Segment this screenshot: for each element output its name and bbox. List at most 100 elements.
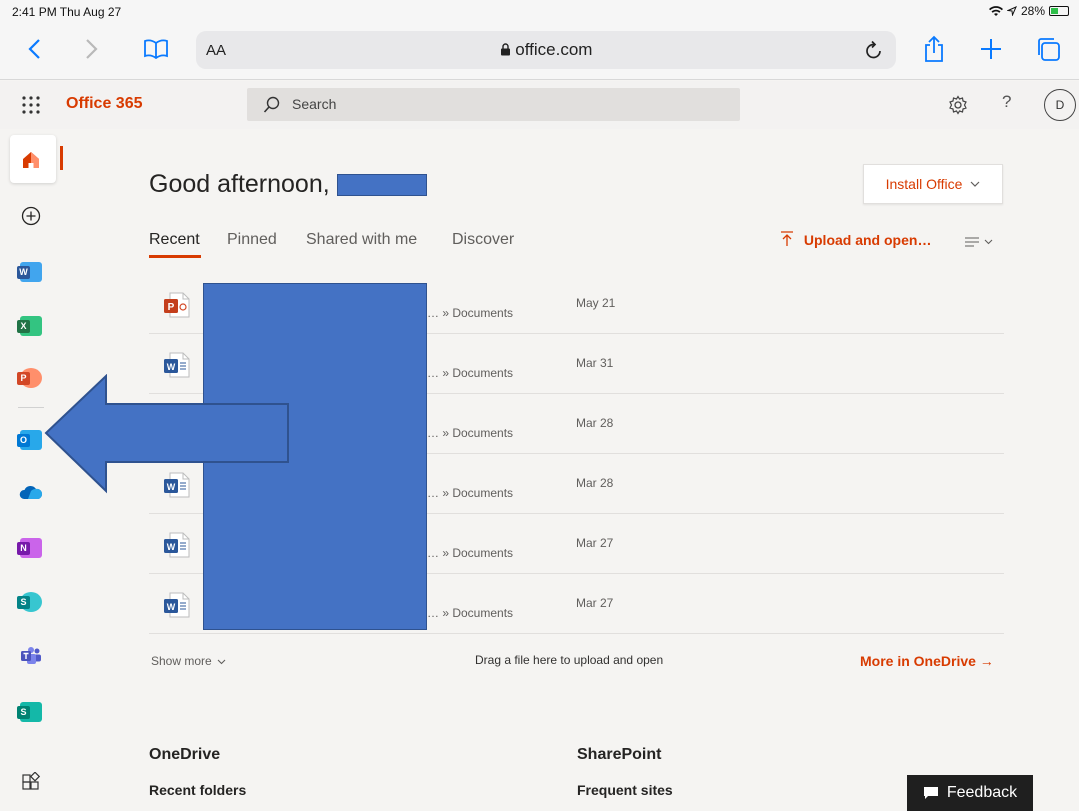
battery-icon: [1049, 6, 1069, 16]
address-bar[interactable]: AA office.com: [196, 31, 896, 69]
show-more-button[interactable]: Show more: [151, 654, 226, 668]
onedrive-icon: [19, 485, 43, 499]
file-date: Mar 31: [576, 356, 614, 370]
file-date: Mar 27: [576, 596, 614, 610]
powerpoint-file-icon: P: [164, 292, 190, 318]
plus-circle-icon: [21, 206, 41, 226]
word-file-icon: W: [164, 532, 190, 558]
tab-pinned[interactable]: Pinned: [227, 231, 277, 249]
rail-item-powerpoint[interactable]: P: [17, 365, 44, 391]
tabs-button[interactable]: [1032, 33, 1064, 65]
outlook-icon: O: [17, 430, 42, 450]
teams-icon: [21, 647, 41, 664]
book-icon: [144, 39, 168, 59]
word-file-icon: W: [164, 592, 190, 618]
comment-icon: [923, 787, 938, 799]
gear-icon[interactable]: [948, 95, 968, 115]
tab-recent[interactable]: Recent: [149, 231, 200, 249]
office-header: Office 365 Search ? D: [0, 81, 1079, 129]
show-more-label: Show more: [151, 654, 212, 668]
browser-chrome: 2:41 PM Thu Aug 27 28% AA office.com: [0, 0, 1079, 80]
file-path: … » Documents: [427, 606, 514, 620]
file-path: … » Documents: [427, 366, 514, 380]
redaction-box: [337, 174, 427, 196]
app-launcher-icon[interactable]: [20, 94, 42, 116]
rail-item-teams[interactable]: [18, 643, 44, 669]
rail-item-create[interactable]: [18, 203, 44, 229]
lock-icon: [500, 43, 510, 56]
rail-item-word[interactable]: W: [17, 259, 44, 285]
rail-item-home[interactable]: [18, 147, 44, 173]
chevron-right-icon: [86, 39, 98, 59]
chevron-left-icon: [28, 39, 40, 59]
file-date: Mar 28: [576, 476, 614, 490]
forward-button[interactable]: [76, 33, 108, 65]
annotation-arrow: [44, 374, 289, 494]
chevron-down-icon: [217, 659, 226, 665]
active-tab-indicator: [149, 255, 201, 258]
all-apps-icon: [22, 772, 41, 790]
sway-icon: S: [17, 702, 42, 722]
status-time: 2:41 PM Thu Aug 27: [12, 5, 122, 19]
back-button[interactable]: [18, 33, 50, 65]
file-path: … » Documents: [427, 486, 514, 500]
onedrive-section-title: OneDrive: [149, 746, 221, 763]
word-icon: W: [17, 262, 42, 282]
search-box[interactable]: Search: [247, 88, 740, 121]
install-office-label: Install Office: [885, 176, 963, 192]
more-in-onedrive-link[interactable]: More in OneDrive →: [860, 653, 994, 669]
upload-label: Upload and open…: [803, 232, 932, 248]
sort-icon[interactable]: [964, 235, 998, 249]
svg-text:W: W: [167, 602, 176, 612]
rail-item-sharepoint[interactable]: S: [17, 589, 44, 615]
onenote-icon: N: [17, 538, 42, 558]
tab-discover[interactable]: Discover: [452, 231, 514, 249]
file-path: … » Documents: [427, 546, 514, 560]
rail-item-outlook[interactable]: O: [17, 427, 44, 453]
rail-active-indicator: [60, 146, 63, 170]
svg-text:W: W: [167, 362, 176, 372]
rail-item-onenote[interactable]: N: [17, 535, 44, 561]
recent-folders-heading: Recent folders: [149, 782, 247, 798]
svg-text:W: W: [167, 542, 176, 552]
svg-text:P: P: [168, 302, 175, 313]
rail-item-sway[interactable]: S: [17, 699, 44, 725]
sharepoint-icon: S: [17, 592, 42, 612]
chevron-down-icon: [970, 181, 980, 187]
rail-item-onedrive[interactable]: [18, 479, 44, 505]
drag-upload-hint: Drag a file here to upload and open: [475, 653, 664, 667]
sharepoint-section-title: SharePoint: [577, 746, 662, 763]
file-date: Mar 28: [576, 416, 614, 430]
tab-shared-with-me[interactable]: Shared with me: [306, 231, 417, 249]
file-date: Mar 27: [576, 536, 614, 550]
greeting: Good afternoon,: [149, 170, 330, 198]
status-indicators: 28%: [988, 4, 1069, 18]
bookmarks-button[interactable]: [140, 33, 172, 65]
file-path: … » Documents: [427, 426, 514, 440]
file-date: May 21: [576, 296, 616, 310]
new-tab-button[interactable]: [975, 33, 1007, 65]
location-icon: [1006, 6, 1017, 16]
feedback-label: Feedback: [946, 784, 1018, 801]
frequent-sites-heading: Frequent sites: [577, 782, 673, 798]
reload-icon[interactable]: [864, 39, 884, 61]
feedback-button[interactable]: Feedback: [907, 775, 1033, 811]
rail-item-all-apps[interactable]: [18, 769, 44, 795]
brand-link[interactable]: Office 365: [66, 95, 142, 113]
powerpoint-icon: P: [17, 368, 42, 388]
url-display[interactable]: office.com: [196, 40, 896, 60]
search-placeholder: Search: [292, 96, 337, 112]
help-button[interactable]: ?: [1002, 92, 1011, 112]
battery-percent: 28%: [1020, 4, 1045, 18]
tabs-icon: [1038, 38, 1060, 61]
file-path: … » Documents: [427, 306, 514, 320]
home-icon: [23, 152, 39, 168]
share-icon: [925, 35, 943, 62]
share-button[interactable]: [918, 33, 950, 65]
avatar[interactable]: D: [1044, 89, 1076, 121]
rail-divider: [18, 407, 44, 408]
upload-and-open-button[interactable]: Upload and open…: [780, 231, 931, 248]
install-office-button[interactable]: Install Office: [863, 164, 1003, 204]
rail-item-excel[interactable]: X: [17, 313, 44, 339]
upload-icon: [781, 231, 793, 246]
